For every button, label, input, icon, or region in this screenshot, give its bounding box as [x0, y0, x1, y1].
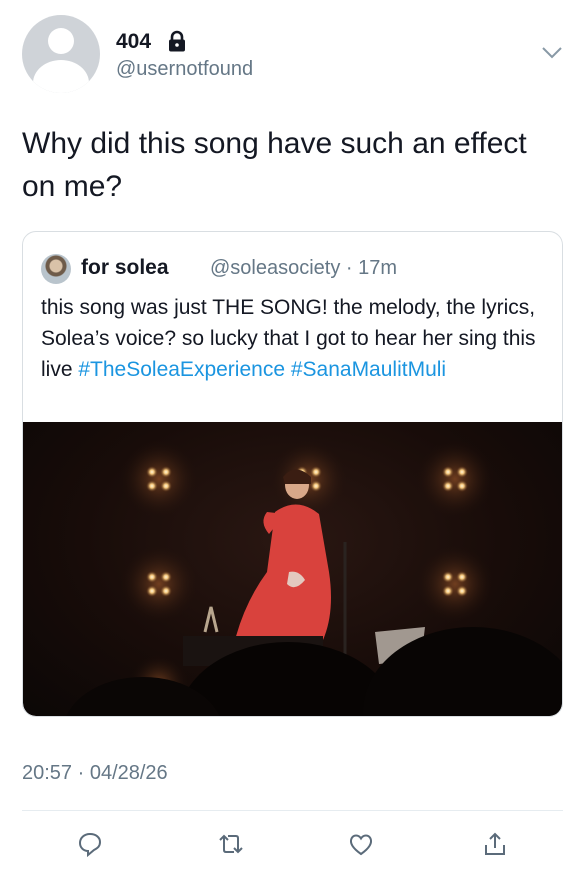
hashtag-link[interactable]: #SanaMaulitMuli [291, 358, 446, 381]
tweet-text: Why did this song have such an effect on… [22, 127, 527, 203]
tweet-timestamp[interactable]: 20:57 · 04/28/26 [22, 762, 168, 785]
share-icon [485, 832, 505, 855]
concert-photo[interactable] [23, 422, 562, 716]
chevron-down-icon[interactable] [541, 46, 563, 60]
quoted-author-name[interactable]: for solea [81, 256, 169, 280]
retweet-button[interactable] [215, 828, 247, 860]
stage-illustration [66, 439, 562, 716]
author-display-name[interactable]: 404 [116, 30, 151, 54]
quoted-tweet-text: this song was just THE SONG! the melody,… [41, 292, 551, 385]
retweet-icon [219, 834, 243, 854]
like-button[interactable] [345, 828, 377, 860]
reply-icon [78, 832, 102, 858]
quoted-author-avatar[interactable] [41, 254, 71, 284]
tweet-action-bar [0, 822, 581, 866]
quoted-author-handle-time[interactable]: @soleasociety · 17m [210, 257, 397, 280]
divider [22, 810, 563, 811]
default-avatar-icon [48, 28, 74, 54]
author-avatar[interactable] [22, 15, 100, 93]
author-handle[interactable]: @usernotfound [116, 58, 253, 81]
reply-button[interactable] [74, 828, 106, 860]
quoted-tweet-card[interactable]: for solea @soleasociety · 17m this song … [22, 231, 563, 717]
share-button[interactable] [479, 828, 511, 860]
heart-icon [349, 834, 373, 856]
hashtag-link[interactable]: #TheSoleaExperience [78, 358, 285, 381]
lock-icon [169, 30, 185, 52]
